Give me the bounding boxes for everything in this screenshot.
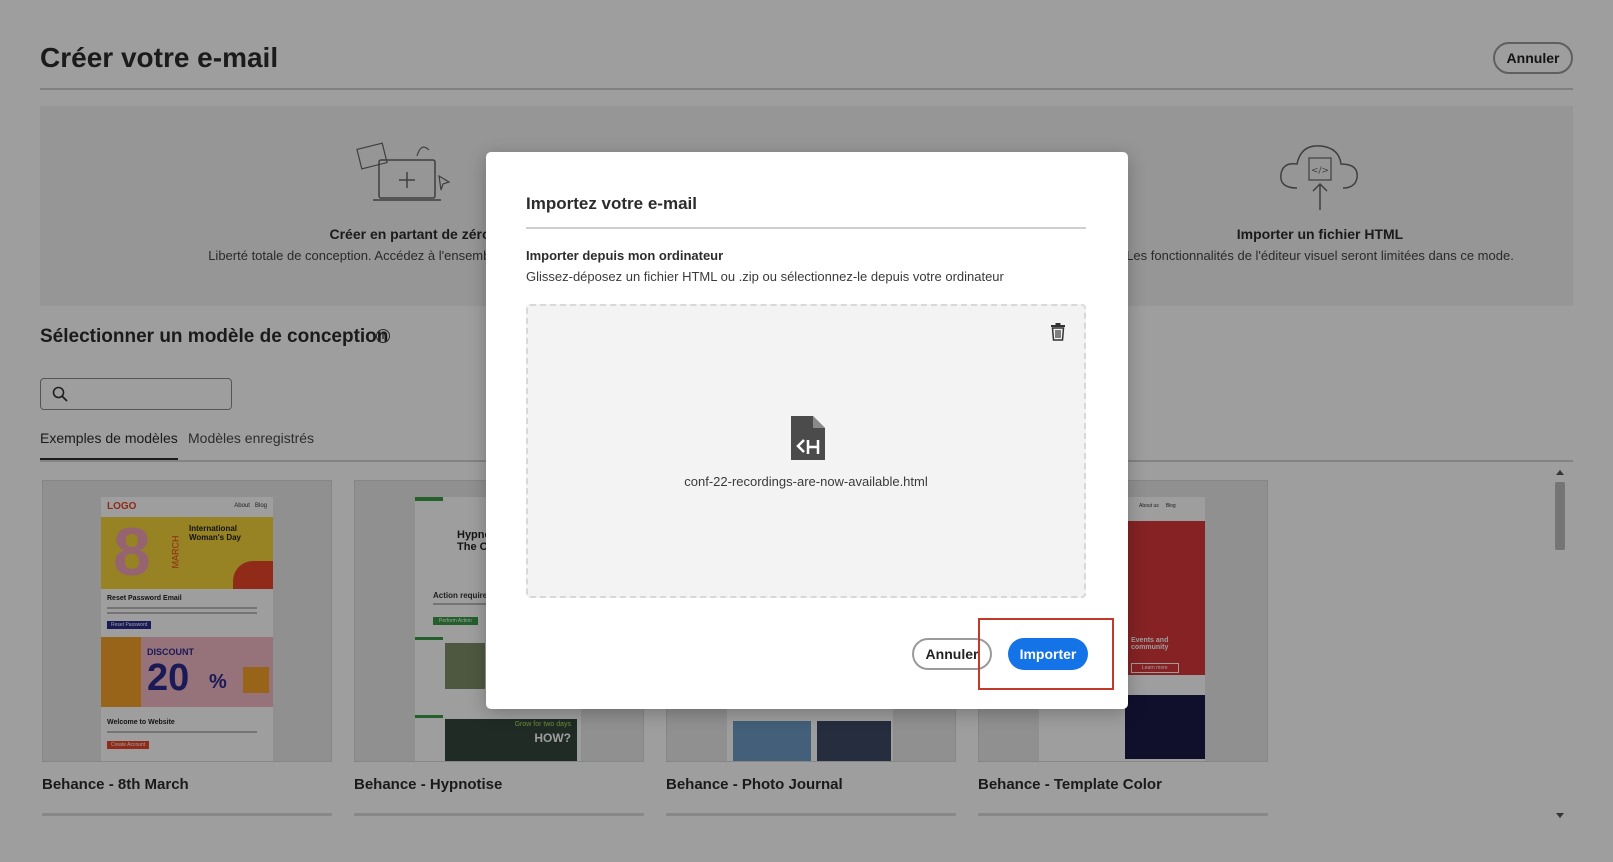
import-email-dialog: Importez votre e-mail Importer depuis mo… <box>486 152 1128 709</box>
dialog-description: Glissez-déposez un fichier HTML ou .zip … <box>526 269 1004 284</box>
dialog-subtitle: Importer depuis mon ordinateur <box>526 248 724 263</box>
file-dropzone[interactable]: conf-22-recordings-are-now-available.htm… <box>526 304 1086 598</box>
html-file-icon <box>791 416 825 460</box>
trash-icon[interactable] <box>1048 322 1068 342</box>
uploaded-file-name: conf-22-recordings-are-now-available.htm… <box>684 474 928 489</box>
dialog-title: Importez votre e-mail <box>526 194 697 213</box>
import-button-highlight <box>978 618 1114 690</box>
dialog-divider <box>526 227 1086 229</box>
